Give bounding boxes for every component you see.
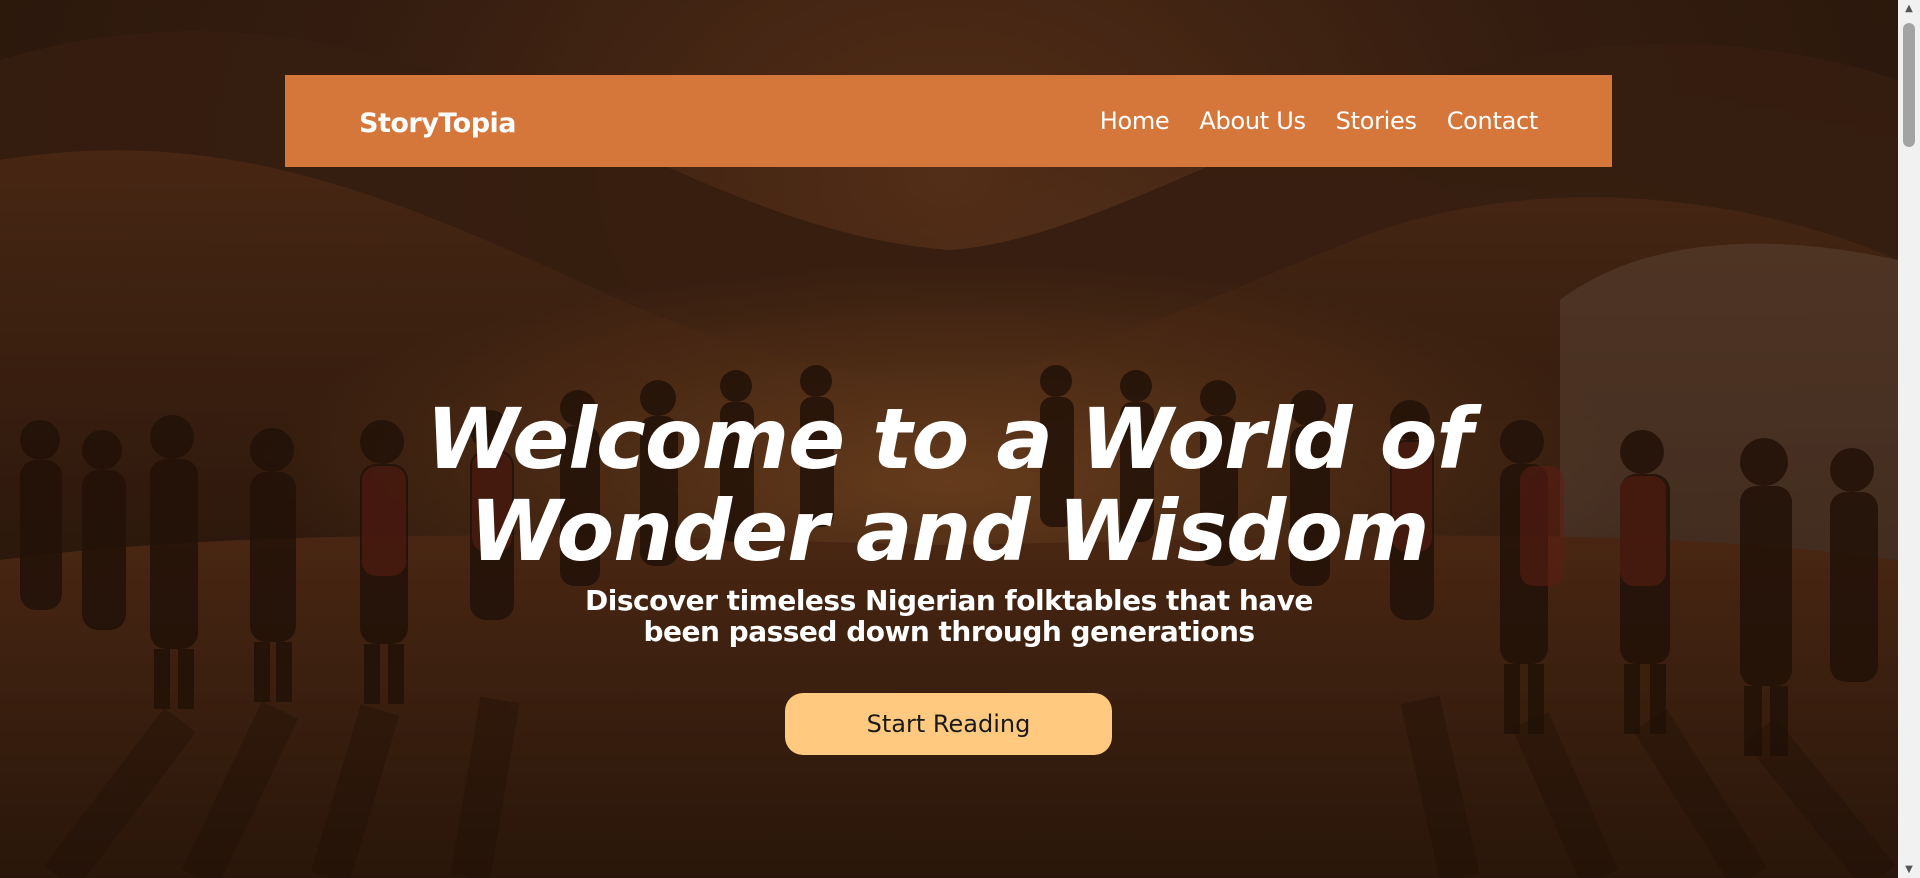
navbar: StoryTopia Home About Us Stories Contact (285, 75, 1612, 167)
scroll-up-arrow-icon[interactable]: ▲ (1898, 0, 1920, 17)
vertical-scrollbar[interactable]: ▲ ▼ (1898, 0, 1920, 878)
hero-section: StoryTopia Home About Us Stories Contact… (0, 0, 1898, 878)
nav-link-home[interactable]: Home (1100, 107, 1170, 135)
hero-headline-line: Wonder and Wisdom (469, 482, 1429, 580)
hero-subheading-line: been passed down through generations (643, 615, 1255, 648)
hero-subheading: Discover timeless Nigerian folktables th… (0, 585, 1898, 647)
nav-link-about-us[interactable]: About Us (1199, 107, 1306, 135)
hero-headline: Welcome to a World of Wonder and Wisdom (0, 393, 1898, 577)
scrollbar-thumb[interactable] (1903, 23, 1915, 147)
hero-headline-line: Welcome to a World of (426, 390, 1473, 488)
nav-links: Home About Us Stories Contact (1100, 107, 1539, 135)
hero-subheading-line: Discover timeless Nigerian folktables th… (585, 584, 1313, 617)
brand-logo[interactable]: StoryTopia (359, 108, 517, 139)
scroll-down-arrow-icon[interactable]: ▼ (1898, 861, 1920, 878)
nav-link-stories[interactable]: Stories (1336, 107, 1417, 135)
nav-link-contact[interactable]: Contact (1447, 107, 1539, 135)
browser-viewport: StoryTopia Home About Us Stories Contact… (0, 0, 1920, 878)
start-reading-button[interactable]: Start Reading (785, 693, 1112, 755)
